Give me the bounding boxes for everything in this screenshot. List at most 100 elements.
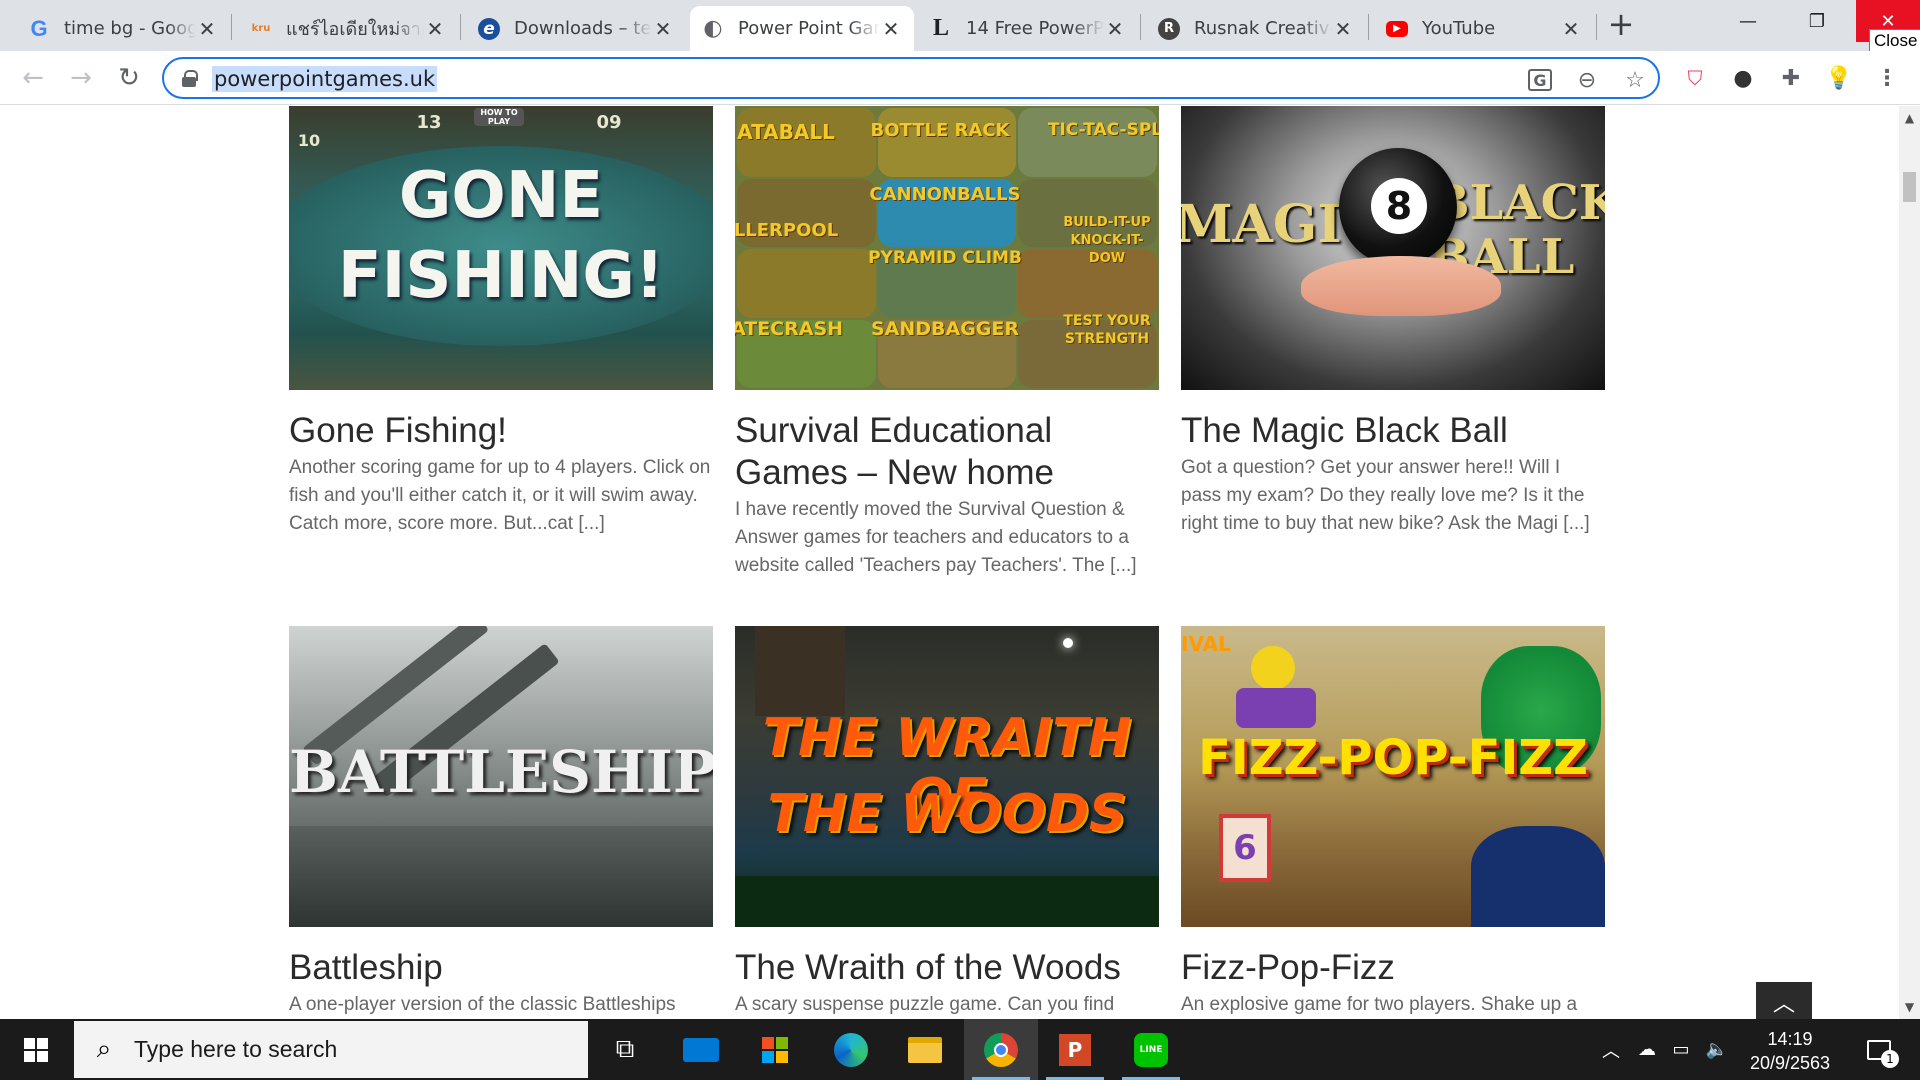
forward-button[interactable]: → (64, 61, 98, 95)
close-icon[interactable]: ✕ (196, 17, 218, 41)
tab-youtube[interactable]: ▶ YouTube ✕ (1374, 6, 1594, 51)
post-title[interactable]: Battleship (289, 947, 713, 989)
tab-title: 14 Free PowerPo (966, 18, 1104, 39)
volume-icon[interactable]: 🔈 (1700, 1019, 1734, 1080)
close-icon[interactable]: ✕ (880, 17, 902, 41)
forest (735, 876, 1159, 927)
battery-icon[interactable]: ▭ (1664, 1019, 1698, 1080)
task-view-icon: ⧉ (615, 1034, 635, 1064)
chrome-app[interactable] (964, 1019, 1038, 1080)
store-app[interactable] (738, 1019, 812, 1080)
thumb-label: SANDBAGGER (870, 318, 1020, 340)
close-icon[interactable]: ✕ (1332, 17, 1354, 41)
thumb-label: ATABALL (737, 120, 835, 144)
thumb-label: BOTTLE RACK (870, 120, 1010, 141)
close-icon[interactable]: ✕ (652, 17, 674, 41)
thumb-label: HOW TO PLAY (474, 108, 524, 126)
post-title[interactable]: The Magic Black Ball (1181, 410, 1605, 452)
extensions-puzzle-icon[interactable]: ✚ (1776, 63, 1806, 93)
google-icon: G (30, 15, 48, 41)
clock-time: 14:19 (1767, 1029, 1813, 1049)
character-yellow (1251, 646, 1295, 690)
windows-logo-icon (24, 1037, 48, 1062)
post-thumbnail[interactable]: 13 HOW TO PLAY 09 10 GONE FISHING! (289, 106, 713, 390)
post-excerpt: Got a question? Get your answer here!! W… (1181, 457, 1590, 534)
taskbar-search[interactable]: ⌕ Type here to search (74, 1021, 588, 1078)
mail-app[interactable] (664, 1019, 738, 1080)
thumb-title: FIZZ-POP-FIZZ (1198, 730, 1588, 786)
reload-button[interactable]: ↻ (112, 61, 146, 95)
character-blue (1471, 826, 1605, 927)
tab-title: YouTube (1422, 18, 1496, 39)
address-bar[interactable]: powerpointgames.uk G ⊖ ☆ (162, 57, 1660, 99)
ball-number: 8 (1371, 178, 1427, 234)
url-text[interactable]: powerpointgames.uk (212, 66, 438, 92)
moon (1063, 638, 1073, 648)
bookmark-star-icon[interactable]: ☆ (1622, 67, 1648, 93)
post-title[interactable]: Fizz-Pop-Fizz (1181, 947, 1605, 989)
thumb-label: PYRAMID CLIMB (868, 248, 1022, 268)
scrollbar-thumb[interactable] (1903, 172, 1916, 202)
pocket-extension-icon[interactable]: ⛉ (1680, 63, 1710, 93)
tab-title: แชร์ไอเดียใหม่จากผ (286, 19, 424, 40)
file-explorer-app[interactable] (888, 1019, 962, 1080)
line-app[interactable]: LINE (1114, 1019, 1188, 1080)
back-button[interactable]: ← (16, 61, 50, 95)
clock-date: 20/9/2563 (1749, 1053, 1831, 1073)
translate-icon[interactable]: G (1528, 69, 1552, 91)
line-icon: LINE (1134, 1032, 1168, 1067)
page-scrollbar[interactable]: ▲ ▼ (1899, 106, 1920, 1019)
close-icon[interactable]: ✕ (424, 17, 446, 41)
kru-site-icon: kru (251, 23, 271, 34)
taskbar-clock[interactable]: 14:19 20/9/2563 (1738, 1027, 1842, 1075)
search-placeholder: Type here to search (134, 1036, 338, 1062)
close-icon[interactable]: ✕ (1560, 17, 1582, 41)
mail-icon (683, 1037, 719, 1062)
zoom-icon[interactable]: ⊖ (1574, 67, 1600, 93)
start-button[interactable] (0, 1019, 72, 1080)
tab-downloads[interactable]: e Downloads – tel ✕ (466, 6, 686, 51)
close-icon[interactable]: ✕ (1104, 17, 1126, 41)
menu-icon[interactable]: ⋮ (1872, 63, 1902, 93)
onedrive-icon[interactable]: ☁ (1630, 1019, 1664, 1080)
post-thumbnail[interactable]: 6 IVAL FIZZ-POP-FIZZ (1181, 626, 1605, 927)
extension-bulb-icon[interactable]: 💡 (1824, 63, 1854, 93)
new-tab-button[interactable]: + (1606, 8, 1636, 42)
tab-strip: G time bg - Google ✕ kru แชร์ไอเดียใหม่จ… (0, 0, 1920, 53)
post-thumbnail[interactable]: THE WRAITH OF THE WOODS (735, 626, 1159, 927)
scroll-to-top-button[interactable]: ︿ (1756, 982, 1812, 1022)
tab-free-powerpoint[interactable]: L 14 Free PowerPo ✕ (918, 6, 1138, 51)
tab-rusnak[interactable]: R Rusnak Creative ✕ (1146, 6, 1366, 51)
post-thumbnail[interactable]: ATABALL BOTTLE RACK TIC-TAC-SPL CANNONBA… (735, 106, 1159, 390)
post-thumbnail[interactable]: BATTLESHIP (289, 626, 713, 927)
post-card-fizz-pop-fizz: 6 IVAL FIZZ-POP-FIZZ Fizz-Pop-Fizz An ex… (1181, 626, 1605, 1019)
tab-google[interactable]: G time bg - Google ✕ (16, 6, 230, 51)
post-card-battleship: BATTLESHIP Battleship A one-player versi… (289, 626, 713, 1019)
notifications-icon[interactable]: 1 (1854, 1019, 1904, 1080)
scroll-down-arrow[interactable]: ▼ (1899, 997, 1920, 1017)
scroll-up-arrow[interactable]: ▲ (1899, 108, 1920, 128)
powerpoint-app[interactable]: P (1038, 1019, 1112, 1080)
post-excerpt: I have recently moved the Survival Quest… (735, 499, 1137, 576)
chevron-up-icon: ︿ (1772, 992, 1795, 1017)
character-body (1236, 688, 1316, 728)
extension-balls-icon[interactable]: ● (1728, 63, 1758, 93)
tab-powerpoint-games[interactable]: ◐ Power Point Gam ✕ (690, 6, 914, 51)
post-title[interactable]: The Wraith of the Woods (735, 947, 1159, 989)
store-icon (762, 1036, 788, 1063)
minimize-button[interactable]: — (1718, 0, 1778, 42)
tab-kru[interactable]: kru แชร์ไอเดียใหม่จากผ ✕ (238, 6, 458, 51)
post-title[interactable]: Gone Fishing! (289, 410, 713, 452)
task-view-button[interactable]: ⧉ (588, 1019, 662, 1080)
show-hidden-icons[interactable]: ︿ (1596, 1019, 1626, 1080)
post-title[interactable]: Survival Educational Games – New home (735, 410, 1159, 494)
edge-app[interactable] (814, 1019, 888, 1080)
post-card-wraith-of-the-woods: THE WRAITH OF THE WOODS The Wraith of th… (735, 626, 1159, 1019)
thumb-label: ATECRASH (735, 318, 844, 340)
thumb-title: GONE FISHING! (337, 159, 665, 313)
post-thumbnail[interactable]: MAGIC BLACK BALL 8 (1181, 106, 1605, 390)
restore-button[interactable]: ❐ (1787, 0, 1847, 42)
thumb-label: BUILD-IT-UP KNOCK-IT-DOW (1063, 215, 1151, 266)
thumb-label: 09 (596, 112, 622, 133)
lock-icon[interactable] (182, 70, 198, 87)
